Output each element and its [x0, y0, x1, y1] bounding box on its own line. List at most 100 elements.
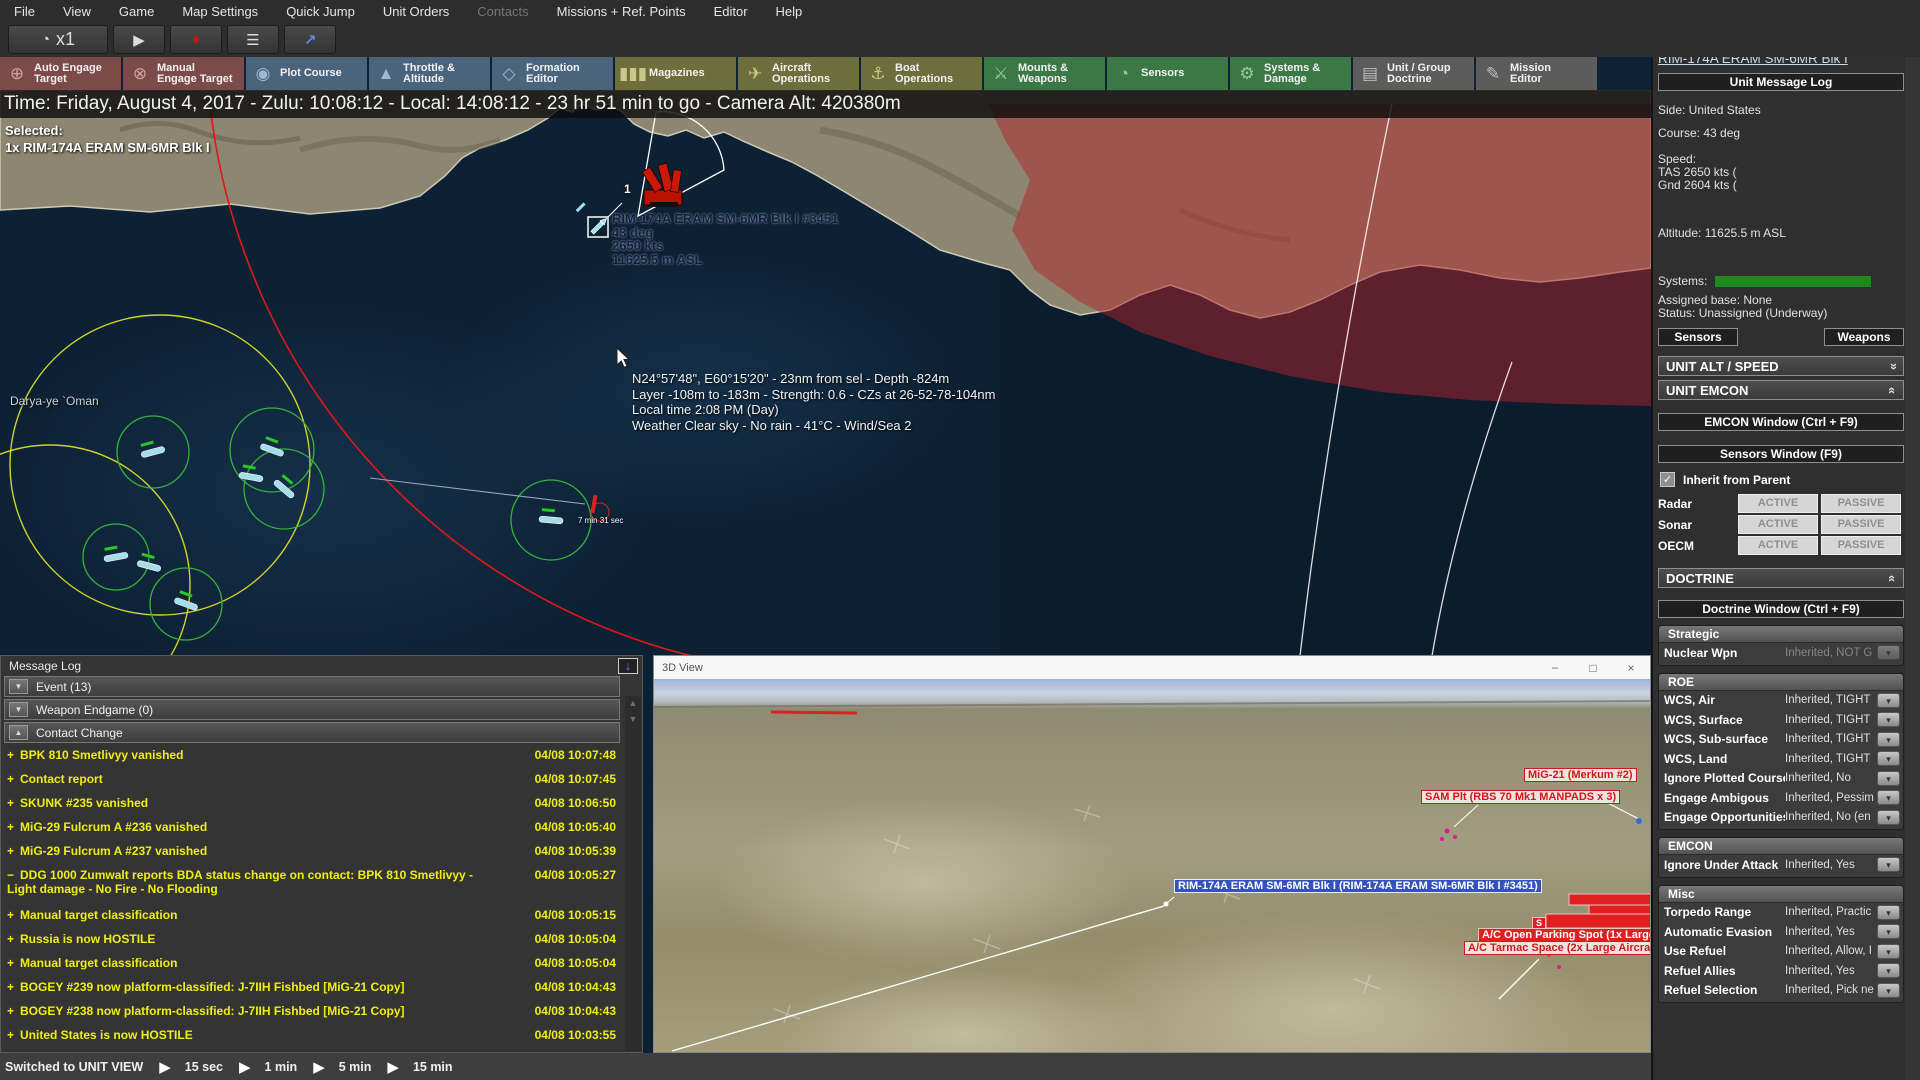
- emcon-window-button[interactable]: EMCON Window (Ctrl + F9): [1658, 413, 1904, 431]
- sensors-button[interactable]: ◔ Sensors: [1107, 57, 1228, 90]
- menu-item-game[interactable]: Game: [119, 4, 154, 19]
- collapse-chevron-icon[interactable]: «: [1885, 574, 1900, 581]
- dropdown-button[interactable]: ▾: [1877, 731, 1900, 747]
- unit-emcon-header[interactable]: UNIT EMCON «: [1658, 380, 1904, 400]
- log-entry-expand-toggle[interactable]: +: [7, 1004, 14, 1018]
- log-entry[interactable]: + SKUNK #235 vanished 04/08 10:06:50: [1, 793, 642, 817]
- menu-item-contacts[interactable]: Contacts: [477, 4, 528, 19]
- time-compression-button[interactable]: ◔ x1: [8, 25, 108, 54]
- systems-damage-button[interactable]: ⚙ Systems & Damage: [1230, 57, 1351, 90]
- magazines-button[interactable]: ▮▮▮ Magazines: [615, 57, 736, 90]
- log-entry[interactable]: + MiG-29 Fulcrum A #236 vanished 04/08 10…: [1, 817, 642, 841]
- group-toggle-icon[interactable]: ▼: [9, 702, 28, 717]
- emcon-active-button[interactable]: ACTIVE: [1738, 515, 1818, 534]
- 3d-view-titlebar[interactable]: 3D View − □ ×: [654, 656, 1650, 679]
- log-entry-expand-toggle[interactable]: +: [7, 820, 14, 834]
- layers-button[interactable]: ☰: [227, 25, 279, 54]
- 3d-label-hostile-sam[interactable]: SAM Plt (RBS 70 Mk1 MANPADS x 3): [1421, 790, 1621, 804]
- log-entry-expand-toggle[interactable]: +: [7, 956, 14, 970]
- time-step-button[interactable]: ▶ 1 min: [239, 1058, 297, 1076]
- dropdown-button[interactable]: ▾: [1877, 645, 1900, 661]
- dropdown-button[interactable]: ▾: [1877, 924, 1900, 940]
- menu-item-unit-orders[interactable]: Unit Orders: [383, 4, 449, 19]
- scroll-down-icon[interactable]: ▼: [629, 714, 638, 724]
- log-entry[interactable]: + Manual target classification 04/08 10:0…: [1, 953, 642, 977]
- unit-alt-speed-header[interactable]: UNIT ALT / SPEED «: [1658, 356, 1904, 376]
- dropdown-button[interactable]: ▾: [1877, 982, 1900, 998]
- log-entry[interactable]: + United States is now HOSTILE 04/08 10:0…: [1, 1025, 642, 1049]
- 3d-label-facility-tarmac[interactable]: A/C Tarmac Space (2x Large Aircraft): [1464, 941, 1650, 955]
- menu-item-help[interactable]: Help: [776, 4, 803, 19]
- emcon-passive-button[interactable]: PASSIVE: [1821, 515, 1901, 534]
- log-entry[interactable]: + Manual target classification 04/08 10:0…: [1, 905, 642, 929]
- play-button[interactable]: ▶: [113, 25, 165, 54]
- 3d-label-facility-parking[interactable]: A/C Open Parking Spot (1x Large: [1478, 928, 1650, 942]
- emcon-passive-button[interactable]: PASSIVE: [1821, 494, 1901, 513]
- plot-course-button[interactable]: ◉ Plot Course: [246, 57, 367, 90]
- menu-item-map-settings[interactable]: Map Settings: [182, 4, 258, 19]
- boat-operations-button[interactable]: ⚓ Boat Operations: [861, 57, 982, 90]
- menu-item-editor[interactable]: Editor: [714, 4, 748, 19]
- scroll-up-icon[interactable]: ▲: [629, 698, 638, 708]
- log-entry-expand-toggle[interactable]: +: [7, 932, 14, 946]
- dropdown-button[interactable]: ▾: [1877, 904, 1900, 920]
- log-entry-expand-toggle[interactable]: +: [7, 772, 14, 786]
- aircraft-operations-button[interactable]: ✈ Aircraft Operations: [738, 57, 859, 90]
- log-entry[interactable]: + BOGEY #239 now platform-classified: J-7…: [1, 977, 642, 1001]
- menu-item-quick-jump[interactable]: Quick Jump: [286, 4, 355, 19]
- mission-editor-button[interactable]: ✎ Mission Editor: [1476, 57, 1597, 90]
- menu-item-file[interactable]: File: [14, 4, 35, 19]
- dropdown-button[interactable]: ▾: [1877, 790, 1900, 806]
- time-step-button[interactable]: ▶ 15 sec: [159, 1058, 223, 1076]
- dropdown-button[interactable]: ▾: [1877, 963, 1900, 979]
- doctrine-header[interactable]: DOCTRINE «: [1658, 568, 1904, 588]
- collapse-chevron-icon[interactable]: «: [1885, 386, 1900, 393]
- log-entry[interactable]: + Russia is now HOSTILE 04/08 10:05:04: [1, 929, 642, 953]
- dropdown-button[interactable]: ▾: [1877, 809, 1900, 825]
- dropdown-button[interactable]: ▾: [1877, 943, 1900, 959]
- dropdown-button[interactable]: ▾: [1877, 712, 1900, 728]
- quick-jump-button[interactable]: ↗: [284, 25, 336, 54]
- sidebar-scrollbar[interactable]: ▲ ▼: [1905, 0, 1920, 1080]
- log-group-event[interactable]: ▼ Event (13): [4, 676, 620, 697]
- time-step-button[interactable]: ▶ 15 min: [387, 1058, 452, 1076]
- inherit-from-parent-checkbox[interactable]: ✓: [1660, 472, 1675, 487]
- log-group-weapon-endgame[interactable]: ▼ Weapon Endgame (0): [4, 699, 620, 720]
- throttle-altitude-button[interactable]: ▲ Throttle & Altitude: [369, 57, 490, 90]
- emcon-active-button[interactable]: ACTIVE: [1738, 536, 1818, 555]
- dropdown-button[interactable]: ▾: [1877, 692, 1900, 708]
- close-button[interactable]: ×: [1612, 661, 1650, 675]
- 3d-scene[interactable]: MiG-21 (Merkum #2) SAM Plt (RBS 70 Mk1 M…: [654, 679, 1650, 1052]
- emcon-passive-button[interactable]: PASSIVE: [1821, 536, 1901, 555]
- group-toggle-icon[interactable]: ▲: [9, 725, 28, 740]
- time-step-button[interactable]: ▶ 5 min: [313, 1058, 371, 1076]
- message-log-popout-button[interactable]: ↓: [618, 657, 638, 674]
- menu-item-missions-ref-points[interactable]: Missions + Ref. Points: [557, 4, 686, 19]
- log-entry[interactable]: + MiG-29 Fulcrum A #237 vanished 04/08 10…: [1, 841, 642, 865]
- expand-chevron-icon[interactable]: «: [1885, 362, 1900, 369]
- log-entry[interactable]: + Contact report 04/08 10:07:45: [1, 769, 642, 793]
- manual-engage-target-button[interactable]: ⊗ Manual Engage Target: [123, 57, 244, 90]
- mounts-weapons-button[interactable]: ⚔ Mounts & Weapons: [984, 57, 1105, 90]
- sensors-window-button[interactable]: Sensors Window (F9): [1658, 445, 1904, 463]
- group-toggle-icon[interactable]: ▼: [9, 679, 28, 694]
- log-entry-expand-toggle[interactable]: +: [7, 796, 14, 810]
- 3d-label-friendly-missile[interactable]: RIM-174A ERAM SM-6MR Blk I (RIM-174A ERA…: [1174, 879, 1542, 893]
- log-entry[interactable]: − DDG 1000 Zumwalt reports BDA status cha…: [1, 865, 642, 905]
- log-entry-expand-toggle[interactable]: +: [7, 1028, 14, 1042]
- unit-group-doctrine-button[interactable]: ▤ Unit / Group Doctrine: [1353, 57, 1474, 90]
- sensors-button[interactable]: Sensors: [1658, 328, 1738, 346]
- log-entry-expand-toggle[interactable]: +: [7, 748, 14, 762]
- dropdown-button[interactable]: ▾: [1877, 770, 1900, 786]
- menu-item-view[interactable]: View: [63, 4, 91, 19]
- auto-engage-target-button[interactable]: ⊕ Auto Engage Target: [0, 57, 121, 90]
- log-entry[interactable]: + BPK 810 Smetlivyy vanished 04/08 10:07:…: [1, 745, 642, 769]
- record-button[interactable]: ●: [170, 25, 222, 54]
- formation-editor-button[interactable]: ◇ Formation Editor: [492, 57, 613, 90]
- doctrine-window-button[interactable]: Doctrine Window (Ctrl + F9): [1658, 600, 1904, 618]
- message-log-scrollbar[interactable]: ▲ ▼: [625, 696, 641, 1051]
- dropdown-button[interactable]: ▾: [1877, 857, 1900, 873]
- dropdown-button[interactable]: ▾: [1877, 751, 1900, 767]
- maximize-button[interactable]: □: [1574, 661, 1612, 675]
- emcon-active-button[interactable]: ACTIVE: [1738, 494, 1818, 513]
